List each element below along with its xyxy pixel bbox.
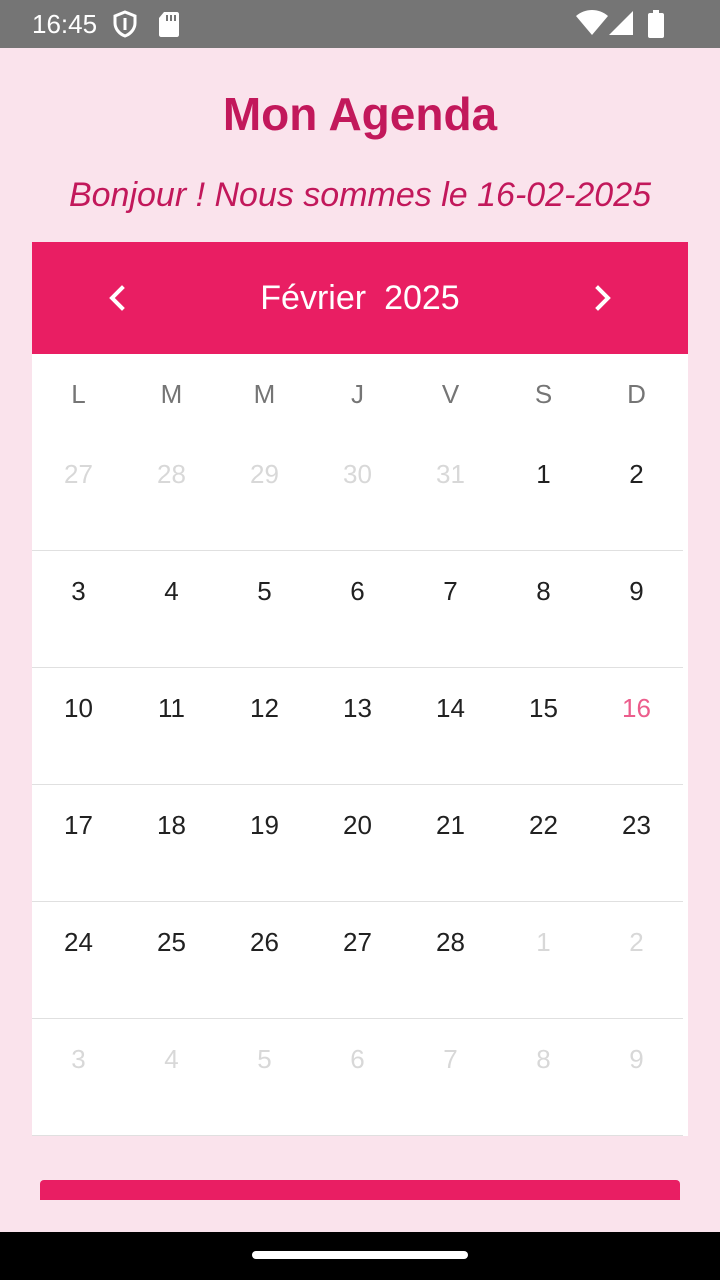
day-cell[interactable]: 26 bbox=[218, 902, 311, 982]
year-value: 2025 bbox=[384, 278, 460, 317]
month-name: Février bbox=[260, 278, 367, 317]
battery-icon bbox=[648, 10, 664, 38]
shield-icon bbox=[113, 10, 137, 38]
week-row: 27 28 29 30 31 1 2 bbox=[32, 434, 683, 551]
day-cell[interactable]: 3 bbox=[32, 551, 125, 631]
day-cell[interactable]: 4 bbox=[125, 551, 218, 631]
day-cell[interactable]: 5 bbox=[218, 1019, 311, 1099]
app-title: Mon Agenda bbox=[222, 88, 498, 140]
day-cell[interactable]: 25 bbox=[125, 902, 218, 982]
day-cell[interactable]: 15 bbox=[497, 668, 590, 748]
day-cell[interactable]: 28 bbox=[404, 902, 497, 982]
weekday-label: L bbox=[71, 378, 86, 409]
home-gesture-handle[interactable] bbox=[252, 1251, 468, 1259]
day-cell[interactable]: 9 bbox=[590, 551, 683, 631]
greeting-text: Bonjour ! Nous sommes le 16-02-2025 bbox=[68, 176, 652, 214]
weekday-label: V bbox=[441, 378, 460, 409]
week-row: 17 18 19 20 21 22 23 bbox=[32, 785, 683, 902]
day-cell-today[interactable]: 16 bbox=[590, 668, 683, 748]
next-month-button[interactable] bbox=[578, 273, 628, 323]
sd-card-icon bbox=[159, 12, 179, 37]
day-cell[interactable]: 14 bbox=[404, 668, 497, 748]
signal-icon bbox=[609, 11, 633, 35]
day-cell[interactable]: 3 bbox=[32, 1019, 125, 1099]
day-cell[interactable]: 24 bbox=[32, 902, 125, 982]
weekday-label: D bbox=[627, 378, 646, 409]
day-cell[interactable]: 12 bbox=[218, 668, 311, 748]
day-cell[interactable]: 27 bbox=[311, 902, 404, 982]
weekday-label: M bbox=[160, 378, 183, 409]
day-cell[interactable]: 1 bbox=[497, 902, 590, 982]
day-cell[interactable]: 4 bbox=[125, 1019, 218, 1099]
day-cell[interactable]: 5 bbox=[218, 551, 311, 631]
day-cell[interactable]: 31 bbox=[404, 434, 497, 514]
day-cell[interactable]: 30 bbox=[311, 434, 404, 514]
day-cell[interactable]: 9 bbox=[590, 1019, 683, 1099]
day-cell[interactable]: 1 bbox=[497, 434, 590, 514]
week-row: 3456789 bbox=[32, 1019, 683, 1136]
weekday-header: L M M J V S D bbox=[32, 354, 688, 434]
week-row: 24 25 26 27 28 1 2 bbox=[32, 902, 683, 1019]
calendar: Février 2025 L M M J V S D 27 28 29 30 31 1 2 3… bbox=[32, 242, 688, 1136]
day-cell[interactable]: 8 bbox=[497, 551, 590, 631]
day-cell[interactable]: 21 bbox=[404, 785, 497, 865]
weekday-label: S bbox=[534, 378, 553, 409]
weekday-label: M bbox=[253, 378, 276, 409]
day-cell[interactable]: 2 bbox=[590, 434, 683, 514]
weekday-label: J bbox=[351, 378, 364, 409]
week-row: 3456789 bbox=[32, 551, 683, 668]
wifi-icon bbox=[576, 10, 608, 35]
day-cell[interactable]: 27 bbox=[32, 434, 125, 514]
day-cell[interactable]: 11 bbox=[125, 668, 218, 748]
day-cell[interactable]: 7 bbox=[404, 551, 497, 631]
day-cell[interactable]: 6 bbox=[311, 551, 404, 631]
day-cell[interactable]: 17 bbox=[32, 785, 125, 865]
chevron-right-icon bbox=[595, 285, 611, 311]
day-cell[interactable]: 2 bbox=[590, 902, 683, 982]
day-cell[interactable]: 22 bbox=[497, 785, 590, 865]
day-cell[interactable]: 8 bbox=[497, 1019, 590, 1099]
calendar-header: Février 2025 bbox=[32, 242, 688, 354]
day-cell[interactable]: 13 bbox=[311, 668, 404, 748]
bottom-action-button[interactable] bbox=[40, 1180, 680, 1200]
day-cell[interactable]: 18 bbox=[125, 785, 218, 865]
day-cell[interactable]: 19 bbox=[218, 785, 311, 865]
day-cell[interactable]: 23 bbox=[590, 785, 683, 865]
day-cell[interactable]: 28 bbox=[125, 434, 218, 514]
week-row: 10 11 12 13 14 15 16 bbox=[32, 668, 683, 785]
day-cell[interactable]: 10 bbox=[32, 668, 125, 748]
day-cell[interactable]: 7 bbox=[404, 1019, 497, 1099]
day-cell[interactable]: 20 bbox=[311, 785, 404, 865]
previous-month-button[interactable] bbox=[92, 273, 142, 323]
day-cell[interactable]: 6 bbox=[311, 1019, 404, 1099]
navigation-bar bbox=[0, 1232, 720, 1280]
day-cell[interactable]: 29 bbox=[218, 434, 311, 514]
status-time: 16:45 bbox=[32, 9, 98, 39]
chevron-left-icon bbox=[109, 285, 125, 311]
status-bar: 16:45 bbox=[0, 0, 720, 48]
